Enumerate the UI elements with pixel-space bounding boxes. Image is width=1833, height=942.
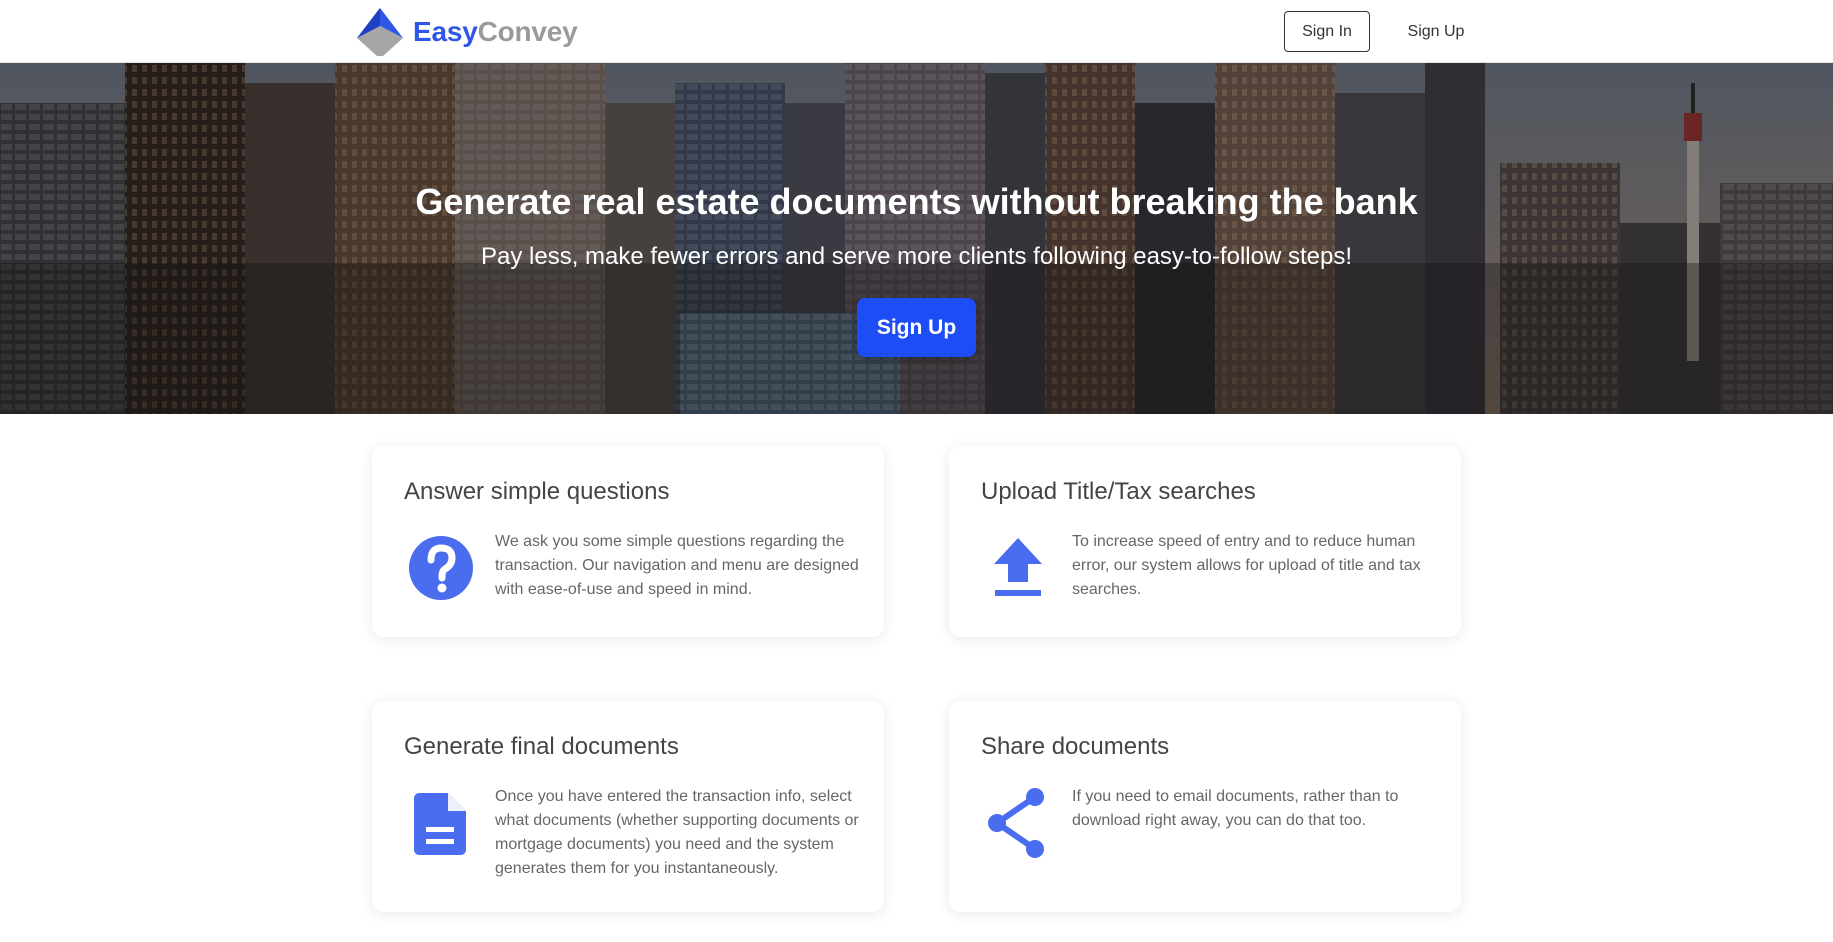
document-icon bbox=[414, 793, 466, 855]
brand-name-convey: Convey bbox=[477, 16, 578, 47]
feature-title: Answer simple questions bbox=[404, 478, 670, 505]
hero-subtitle: Pay less, make fewer errors and serve mo… bbox=[480, 243, 1352, 270]
hero-dark-overlay bbox=[0, 63, 1833, 414]
brand-logo-link[interactable]: EasyConvey bbox=[355, 8, 578, 56]
hero-banner: Generate real estate documents without b… bbox=[0, 63, 1833, 414]
feature-title: Share documents bbox=[981, 733, 1170, 760]
feature-card-generate: Generate final documents Once you have e… bbox=[372, 701, 884, 912]
upload-icon bbox=[994, 538, 1042, 596]
feature-card-questions: Answer simple questions We ask you some … bbox=[372, 446, 884, 637]
sign-in-button[interactable]: Sign In bbox=[1284, 11, 1370, 52]
hero-title: Generate real estate documents without b… bbox=[415, 181, 1418, 222]
easyconvey-logo-icon bbox=[357, 8, 403, 56]
feature-description: To increase speed of entry and to reduce… bbox=[1072, 533, 1421, 598]
navbar: EasyConvey Sign In Sign Up bbox=[0, 0, 1833, 63]
feature-title: Upload Title/Tax searches bbox=[981, 478, 1256, 505]
feature-card-upload: Upload Title/Tax searches To increase sp… bbox=[949, 446, 1461, 637]
hero-sign-up-button[interactable]: Sign Up bbox=[857, 298, 976, 357]
feature-card-share: Share documents If you need to email doc… bbox=[949, 701, 1461, 912]
question-icon bbox=[409, 536, 473, 600]
feature-title: Generate final documents bbox=[404, 733, 679, 760]
share-icon bbox=[988, 788, 1044, 858]
feature-description: Once you have entered the transaction in… bbox=[495, 788, 859, 877]
brand-name: EasyConvey bbox=[413, 16, 578, 48]
feature-description: We ask you some simple questions regardi… bbox=[495, 533, 859, 598]
brand-name-easy: Easy bbox=[413, 16, 478, 47]
feature-description: If you need to email documents, rather t… bbox=[1072, 788, 1399, 829]
sign-up-nav-link[interactable]: Sign Up bbox=[1396, 11, 1476, 52]
